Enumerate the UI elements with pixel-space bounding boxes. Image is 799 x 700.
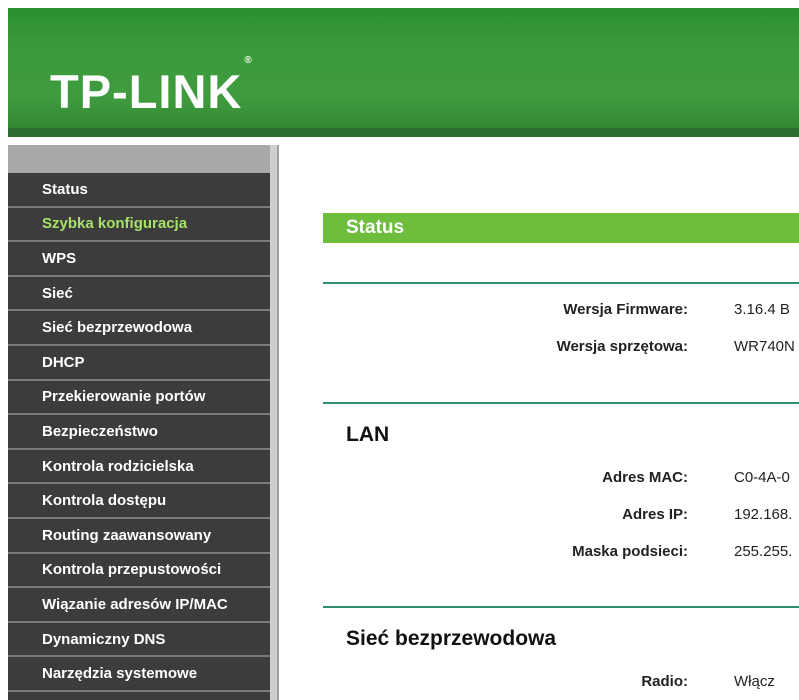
ip-value: 192.168.	[734, 506, 793, 523]
tp-link-logo: TP-LINK®	[50, 55, 253, 118]
sidebar-item[interactable]: Bezpieczeństwo	[8, 415, 270, 450]
header-banner: TP-LINK®	[0, 0, 799, 137]
header-divider	[8, 128, 799, 137]
main-content: Status Wersja Firmware: 3.16.4 B Wersja …	[279, 145, 799, 700]
ip-label: Adres IP:	[622, 506, 688, 523]
mac-value: C0-4A-0	[734, 469, 790, 486]
sidebar-item[interactable]: Kontrola przepustowości	[8, 553, 270, 589]
hardware-value: WR740N	[734, 338, 795, 355]
sidebar-item[interactable]: Wiązanie adresów IP/MAC	[8, 588, 270, 623]
divider	[323, 402, 799, 404]
hardware-label: Wersja sprzętowa:	[556, 338, 688, 355]
wireless-title: Sieć bezprzewodowa	[346, 627, 557, 650]
sidebar-header-strip	[8, 145, 270, 173]
sidebar-item[interactable]: Narzędzia systemowe	[8, 657, 270, 692]
section-title-bar: Status	[323, 213, 799, 243]
sidebar-item[interactable]: Sieć bezprzewodowa	[8, 311, 270, 346]
sidebar-item[interactable]: Status	[8, 173, 270, 208]
sidebar-item[interactable]: Dynamiczny DNS	[8, 622, 270, 658]
mac-label: Adres MAC:	[602, 469, 688, 486]
sidebar-item[interactable]: WPS	[8, 242, 270, 277]
sidebar-item[interactable]: Sieć	[8, 276, 270, 312]
sidebar-item[interactable]: Szybka konfiguracja	[8, 207, 270, 243]
firmware-value: 3.16.4 B	[734, 301, 790, 318]
sidebar-menu: Status Szybka konfiguracja WPS Sieć Sieć bez…	[8, 145, 270, 700]
sidebar-item[interactable]: DHCP	[8, 345, 270, 381]
sidebar-item[interactable]: Routing zaawansowany	[8, 518, 270, 554]
mask-label: Maska podsieci:	[572, 543, 688, 560]
sidebar-item[interactable]: Przekierowanie portów	[8, 380, 270, 416]
lan-title: LAN	[346, 423, 390, 446]
sidebar-item[interactable]: Kontrola dostępu	[8, 484, 270, 519]
nav-list: Status Szybka konfiguracja WPS Sieć Sieć bez…	[8, 173, 270, 692]
sidebar-container: Status Szybka konfiguracja WPS Sieć Sieć bez…	[0, 137, 279, 700]
mask-value: 255.255.	[734, 543, 793, 560]
divider	[323, 606, 799, 608]
sidebar-item[interactable]: Kontrola rodzicielska	[8, 449, 270, 485]
divider	[323, 282, 799, 284]
radio-label: Radio:	[641, 673, 688, 690]
radio-value: Włącz	[734, 673, 775, 690]
firmware-label: Wersja Firmware:	[563, 301, 688, 318]
